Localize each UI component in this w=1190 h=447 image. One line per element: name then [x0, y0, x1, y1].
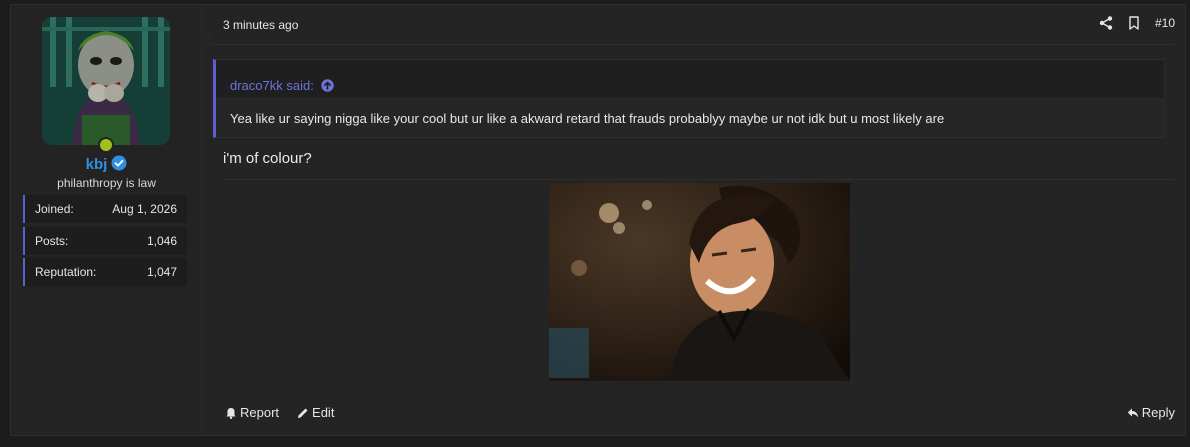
online-status-indicator	[98, 137, 114, 153]
post-header: 3 minutes ago #10	[213, 5, 1175, 45]
user-title: philanthropy is law	[57, 176, 156, 190]
stat-value: Aug 1, 2026	[112, 202, 177, 216]
report-button[interactable]: Report	[225, 405, 279, 420]
quote-block: draco7kk said: Yea like ur saying nigga …	[213, 59, 1165, 138]
avatar-image[interactable]	[42, 17, 170, 145]
stat-posts: Posts: 1,046	[23, 227, 187, 255]
bookmark-icon[interactable]	[1127, 16, 1141, 30]
stat-reputation: Reputation: 1,047	[23, 258, 187, 286]
avatar-illustration	[42, 17, 170, 145]
post-main: 3 minutes ago #10 draco7kk said: Yea lik…	[203, 5, 1185, 435]
share-icon[interactable]	[1099, 16, 1113, 30]
post-header-actions: #10	[1099, 16, 1175, 30]
bell-icon	[225, 407, 237, 419]
reply-button[interactable]: Reply	[1127, 405, 1175, 420]
stat-label: Reputation:	[35, 265, 97, 279]
stat-joined: Joined: Aug 1, 2026	[23, 195, 187, 223]
post-number-link[interactable]: #10	[1155, 16, 1175, 30]
avatar[interactable]	[42, 17, 170, 153]
post-footer-actions: Report Edit	[225, 405, 334, 420]
verified-badge-icon	[111, 155, 127, 171]
edit-button[interactable]: Edit	[297, 405, 334, 420]
stat-label: Posts:	[35, 234, 69, 248]
stat-label: Joined:	[35, 202, 74, 216]
username[interactable]: kbj	[11, 155, 202, 173]
reply-icon	[1127, 407, 1139, 419]
quote-header: draco7kk said:	[216, 60, 1164, 99]
reply-container: Reply	[1127, 405, 1175, 422]
username-text[interactable]: kbj	[86, 156, 108, 173]
report-label[interactable]: Report	[240, 405, 279, 420]
stat-value: 1,046	[146, 234, 177, 248]
embedded-gif[interactable]	[549, 183, 850, 381]
edit-label[interactable]: Edit	[312, 405, 334, 420]
post-container: kbj philanthropy is law Joined: Aug 1, 2…	[10, 4, 1186, 436]
pencil-icon	[297, 407, 309, 419]
quote-author-link[interactable]: draco7kk said:	[230, 78, 314, 93]
arrow-up-circle-icon[interactable]	[321, 79, 334, 92]
user-sidebar: kbj philanthropy is law Joined: Aug 1, 2…	[11, 5, 202, 435]
divider	[223, 179, 1175, 180]
post-body-text: i'm of colour?	[223, 150, 312, 167]
stat-value: 1,047	[146, 265, 177, 279]
post-timestamp[interactable]: 3 minutes ago	[223, 18, 298, 32]
gif-image	[549, 183, 850, 381]
reply-label[interactable]: Reply	[1142, 405, 1175, 420]
quote-text: Yea like ur saying nigga like your cool …	[216, 99, 1164, 137]
